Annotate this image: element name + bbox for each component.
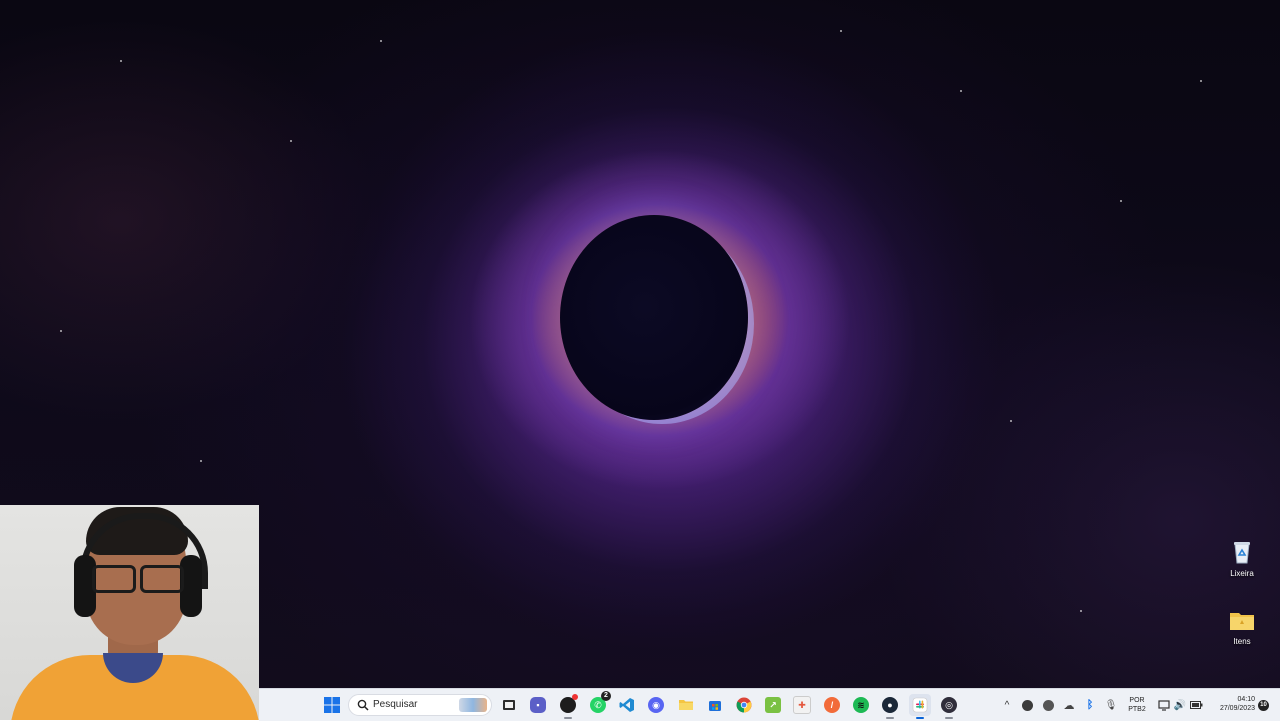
search-placeholder: Pesquisar (373, 699, 418, 710)
taskbar-slack[interactable] (909, 694, 931, 719)
cloud-icon: ☁ (1063, 699, 1075, 712)
star (1120, 200, 1122, 202)
tray-microphone[interactable]: 🎙 (1100, 694, 1122, 716)
desktop-icon-itens[interactable]: Itens (1214, 606, 1270, 646)
recycle-bin-icon (1228, 538, 1256, 566)
taskbar-browser-ext[interactable] (557, 694, 579, 719)
desktop-icon-recycle-bin[interactable]: Lixeira (1214, 538, 1270, 578)
spreadsheet-icon: ↗ (765, 697, 781, 713)
slack-icon (912, 697, 928, 713)
running-indicator (564, 717, 572, 719)
tray-steam[interactable] (1016, 694, 1038, 716)
tray-app[interactable] (1037, 694, 1059, 716)
taskbar-task-view[interactable] (498, 694, 520, 716)
person-glasses (92, 565, 184, 593)
store-icon (709, 701, 721, 711)
star (290, 140, 292, 142)
chat-icon: ▪ (530, 697, 546, 713)
folder-icon (679, 700, 693, 710)
pen-icon: / (824, 697, 840, 713)
clock-time: 04:10 (1237, 696, 1255, 703)
star (1080, 610, 1082, 612)
taskbar-steam[interactable]: ● (879, 694, 901, 719)
chevron-up-icon: ^ (1004, 699, 1010, 711)
clock-date: 27/09/2023 (1219, 705, 1255, 712)
webcam-overlay (0, 505, 259, 720)
spotify-icon: ≋ (853, 697, 869, 713)
taskbar-pen-app[interactable]: / (821, 694, 843, 716)
steam-tray-icon (1021, 699, 1033, 711)
language-code: POR (1129, 697, 1145, 704)
notification-center-badge[interactable]: 10 (1258, 700, 1269, 711)
gear-icon (1042, 699, 1054, 711)
taskbar-store[interactable] (704, 694, 726, 716)
taskbar-chat[interactable]: ▪ (527, 694, 549, 716)
taskbar-discord[interactable]: ◉ (645, 694, 667, 716)
tray-overflow-button[interactable]: ^ (996, 694, 1018, 716)
windows-start-icon (324, 697, 340, 713)
running-indicator (916, 717, 924, 719)
tray-bluetooth[interactable]: ᛒ (1079, 694, 1101, 716)
taskbar-chrome[interactable] (733, 694, 755, 716)
obs-icon: ◎ (941, 697, 957, 713)
notification-dot (572, 694, 578, 700)
star (1010, 420, 1012, 422)
start-button[interactable] (321, 694, 343, 716)
taskbar-file-explorer[interactable] (675, 694, 697, 716)
chrome-icon (736, 697, 752, 713)
language-indicator[interactable]: POR PTB2 (1123, 696, 1151, 714)
black-hole-core (560, 215, 748, 420)
running-indicator (945, 717, 953, 719)
desktop-icon-label: Lixeira (1230, 569, 1254, 578)
desktop-icon-label: Itens (1233, 637, 1251, 646)
star (840, 30, 842, 32)
search-input[interactable]: Pesquisar (348, 694, 492, 716)
taskbar-whatsapp[interactable]: ✆ 2 (587, 691, 611, 716)
steam-icon: ● (882, 697, 898, 713)
taskbar-vscode[interactable] (616, 694, 638, 716)
star (200, 460, 202, 462)
keyboard-layout: PTB2 (1128, 706, 1146, 713)
snipping-icon: ✚ (793, 696, 811, 714)
vscode-icon (619, 698, 634, 712)
taskbar-spotify[interactable]: ≋ (850, 694, 872, 716)
task-view-icon (503, 700, 515, 710)
search-icon (357, 699, 369, 711)
taskbar-spreadsheet[interactable]: ↗ (762, 694, 784, 716)
star (1200, 80, 1202, 82)
folder-icon (1228, 606, 1256, 634)
taskbar-snipping[interactable]: ✚ (791, 694, 813, 716)
discord-icon: ◉ (648, 697, 664, 713)
star (60, 330, 62, 332)
star (960, 90, 962, 92)
clock[interactable]: 04:10 27/09/2023 (1205, 695, 1255, 713)
star (380, 40, 382, 42)
tray-cloud[interactable]: ☁ (1058, 694, 1080, 716)
star (120, 60, 122, 62)
microphone-icon: 🎙 (1104, 699, 1118, 711)
tray-battery[interactable] (1185, 694, 1207, 716)
whatsapp-badge: 2 (601, 691, 611, 701)
taskbar-obs[interactable]: ◎ (938, 694, 960, 719)
taskbar: Pesquisar ▪ ✆ 2 ◉ ↗ ✚ / ≋ ● ◎ ^ ☁ ᛒ 🎙 PO… (259, 688, 1280, 721)
bluetooth-icon: ᛒ (1086, 699, 1094, 711)
running-indicator (886, 717, 894, 719)
search-highlight-icon (459, 698, 487, 712)
battery-icon (1189, 701, 1202, 709)
